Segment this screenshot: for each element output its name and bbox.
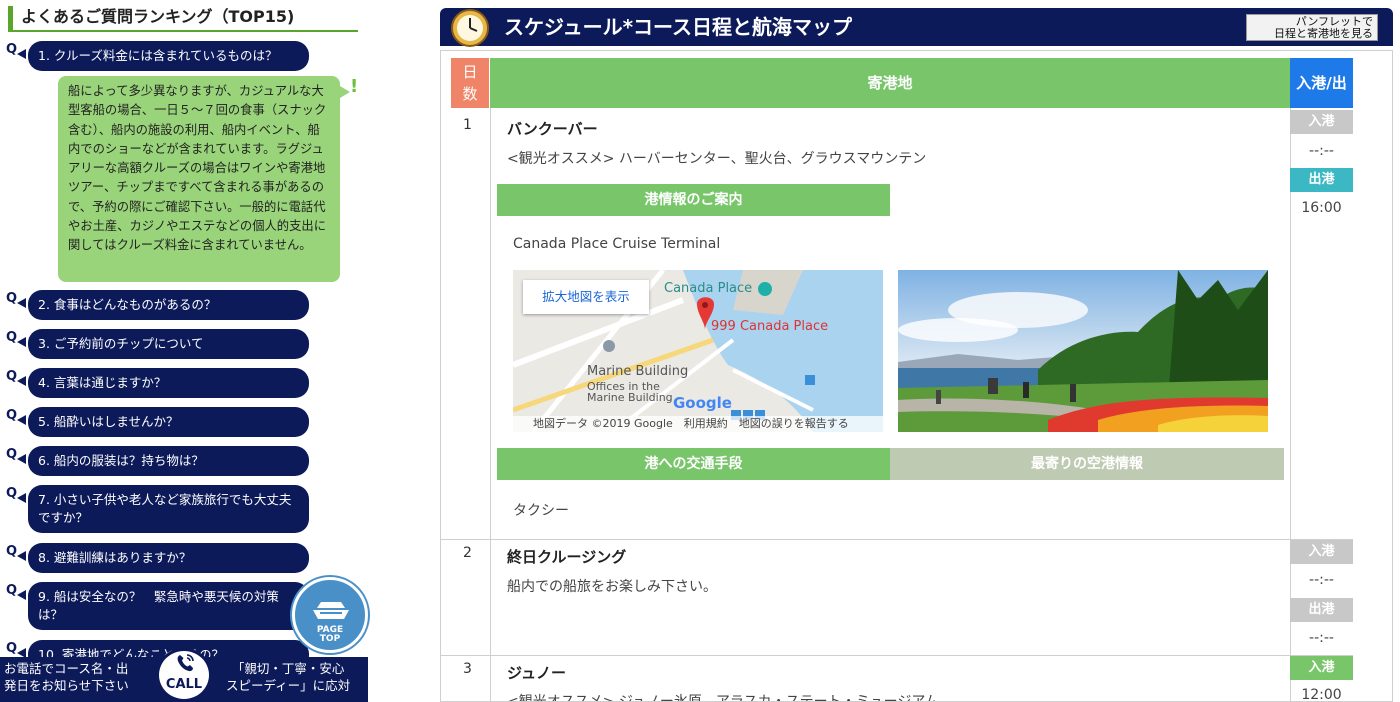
clock-icon [451,9,489,47]
arrive-label: 入港 [1290,540,1353,564]
arrive-label: 入港 [1290,656,1353,680]
q-icon: Q [6,486,27,503]
schedule-panel: スケジュール*コース日程と航海マップ パンフレットで 日程と寄港地を見る 日 数… [440,8,1393,702]
map-label-canada-place: Canada Place [664,281,753,296]
faq-question-label[interactable]: 9. 船は安全なの？ 緊急時や悪天候の対策は？ [28,582,309,630]
q-icon: Q [6,369,27,386]
map-label-marine-building-2: Marine Building [587,391,673,404]
arrive-label: 入港 [1290,110,1353,134]
schedule-header: スケジュール*コース日程と航海マップ パンフレットで 日程と寄港地を見る [440,8,1393,47]
page-top-button[interactable]: PAGE TOP [292,577,368,653]
depart-time: 16:00 [1301,200,1342,216]
map-footer[interactable]: 地図データ ©2019 Google 利用規約 地図の誤りを報告する [513,416,883,432]
faq-question-label[interactable]: 6. 船内の服装は？持ち物は？ [28,446,309,476]
faq-answer-1: 船によって多少異なりますが、カジュアルな大型客船の場合、一日５～７回の食事（スナ… [58,76,350,282]
depart-time: --:-- [1309,630,1334,646]
header-day-line1: 日 [462,63,478,81]
call-tagline: 「親切・丁寧・安心 スピーディー」に応対 [226,660,350,694]
depart-label: 出港 [1290,168,1353,192]
port-map[interactable]: 拡大地図を表示 Canada Place 999 Canada Place Ma… [513,270,883,432]
day-number: 1 [463,117,472,133]
q-icon: Q [6,408,27,425]
call-instructions-line2: 発日をお知らせ下さい [4,678,129,693]
arrive-time: --:-- [1309,143,1334,159]
header-day-line2: 数 [462,85,478,103]
port-name: バンクーバー [507,120,598,138]
faq-question-label[interactable]: 4. 言葉は通じますか？ [28,368,309,398]
header-port: 寄港地 [490,58,1290,108]
call-tagline-line2: スピーディー」に応対 [226,678,351,693]
pamphlet-button[interactable]: パンフレットで 日程と寄港地を見る [1246,14,1378,41]
vancouver-park-photo [898,270,1268,432]
call-instructions: お電話でコース名・出 発日をお知らせ下さい [4,660,129,694]
q-icon: Q [6,291,27,308]
call-label: CALL [165,677,203,692]
port-photo [898,270,1268,432]
page-top-label: PAGE TOP [295,626,365,644]
arrive-time: --:-- [1309,572,1334,588]
phone-icon [177,654,194,672]
row-divider [441,655,1353,656]
faq-question-label[interactable]: 3. ご予約前のチップについて [28,329,309,359]
call-tagline-line1: 「親切・丁寧・安心 [231,661,345,676]
faq-question-label[interactable]: 2. 食事はどんなものがあるの？ [28,290,309,320]
google-logo: Google [673,394,732,412]
day-number: 3 [463,661,472,677]
faq-question-label[interactable]: 8. 避難訓練はありますか？ [28,543,309,573]
faq-title: よくあるご質問ランキング（TOP15) [8,6,358,32]
q-icon: Q [6,42,27,59]
transport-header: 港への交通手段 [497,448,890,480]
row-divider [441,539,1353,540]
call-instructions-line1: お電話でコース名・出 [4,661,129,676]
port-name: 終日クルージング [507,548,627,566]
map-pin-label: 999 Canada Place [711,319,829,334]
faq-question-label[interactable]: 1. クルーズ料金には含まれているものは？ [28,41,309,71]
q-icon: Q [6,330,27,347]
airport-info-tab[interactable]: 最寄りの空港情報 [890,448,1284,480]
ship-icon [313,602,349,619]
depart-label: 出港 [1290,598,1353,622]
port-description: 船内での船旅をお楽しみ下さい。 [507,579,717,595]
schedule-table: 日 数 寄港地 入港/出港 1 バンクーバー <観光オススメ> ハーバーセンター… [440,50,1393,702]
map-label-marine-building: Marine Building [587,364,689,379]
schedule-title: スケジュール*コース日程と航海マップ [504,15,853,39]
port-description: <観光オススメ> ハーバーセンター、聖火台、グラウスマウンテン [507,151,927,167]
call-button[interactable]: CALL [156,648,212,702]
answer-exclamation-icon: ! [350,76,359,97]
q-icon: Q [6,447,27,464]
faq-question-label[interactable]: 7. 小さい子供や老人など家族旅行でも大丈夫ですか？ [28,485,309,533]
terminal-name: Canada Place Cruise Terminal [513,236,721,252]
pamphlet-button-line2: 日程と寄港地を見る [1274,27,1373,40]
transport-value: タクシー [513,503,569,519]
q-icon: Q [6,641,27,658]
day-number: 2 [463,545,472,561]
q-icon: Q [6,544,27,561]
header-arrive-depart: 入港/出港 [1290,58,1353,142]
port-description: <観光オススメ> ジュノー氷原、アラスカ・ステート・ミュージアム [507,694,939,702]
enlarge-map-button[interactable]: 拡大地図を表示 [523,280,649,314]
port-name: ジュノー [507,664,566,682]
header-day: 日 数 [451,58,489,108]
column-divider [490,108,491,701]
q-icon: Q [6,583,27,600]
port-info-header: 港情報のご案内 [497,184,890,216]
faq-question-label[interactable]: 5. 船酔いはしませんか？ [28,407,309,437]
arrive-time: 12:00 [1301,687,1342,702]
faq-section: よくあるご質問ランキング（TOP15) Q 1. クルーズ料金には含まれているも… [0,0,370,702]
page-top-line2: TOP [319,634,341,644]
